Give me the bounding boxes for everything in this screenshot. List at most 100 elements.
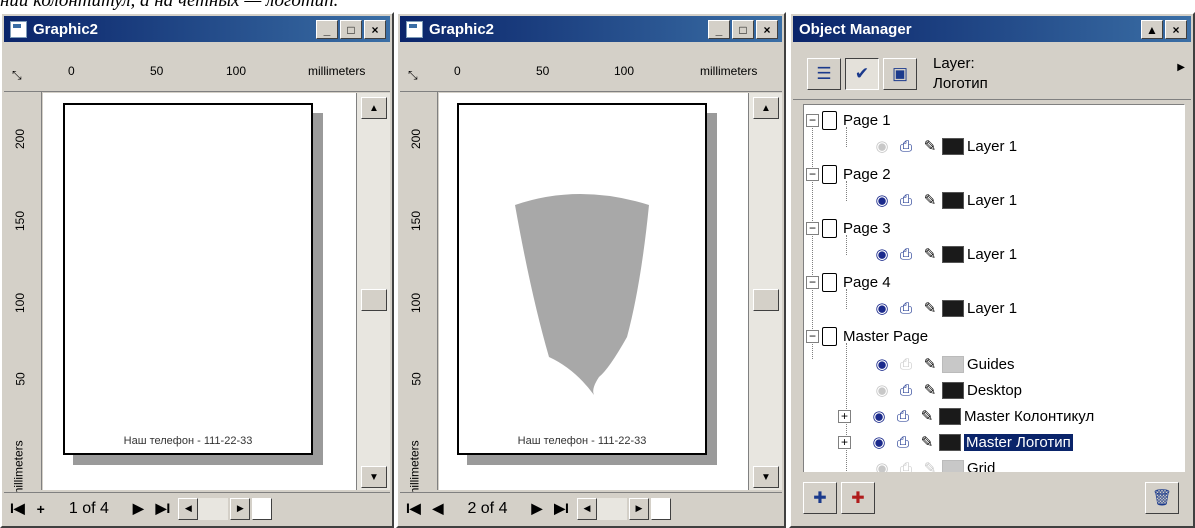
- shield-logo[interactable]: [459, 105, 709, 457]
- new-master-layer-icon[interactable]: ✚: [841, 482, 875, 514]
- layer-manager-view-icon[interactable]: ▣: [883, 58, 917, 90]
- flyout-menu-icon[interactable]: ▶: [1177, 62, 1185, 73]
- new-layer-icon[interactable]: ✚: [803, 482, 837, 514]
- close-button[interactable]: ×: [756, 20, 778, 39]
- pencil-icon[interactable]: ✎: [918, 299, 942, 317]
- layer-color-swatch[interactable]: [942, 381, 964, 399]
- scroll-up-button[interactable]: ▲: [753, 97, 779, 119]
- tree-node-master-kolontitul[interactable]: + ◉ ⎙ ✎ Master Колонтикул: [838, 403, 1094, 429]
- tree-node-page-1[interactable]: − Page 1: [806, 107, 891, 133]
- pencil-icon[interactable]: ✎: [918, 355, 942, 373]
- collapse-button[interactable]: ▲: [1141, 20, 1163, 39]
- layer-color-swatch[interactable]: [942, 355, 964, 373]
- tree-node-page-3[interactable]: − Page 3: [806, 215, 891, 241]
- eye-icon[interactable]: ◉: [867, 433, 891, 451]
- layer-color-swatch[interactable]: [942, 299, 964, 317]
- scroll-left-button[interactable]: ◀: [576, 497, 597, 520]
- edit-across-layers-icon[interactable]: ✔: [845, 58, 879, 90]
- titlebar[interactable]: Object Manager ▲ ×: [793, 16, 1191, 42]
- printer-icon[interactable]: ⎙: [894, 382, 918, 399]
- eye-icon[interactable]: ◉: [867, 407, 891, 425]
- layer-color-swatch[interactable]: [942, 191, 964, 209]
- horizontal-ruler[interactable]: ⤡ 0 50 100 millimeters: [400, 44, 782, 92]
- scroll-up-button[interactable]: ▲: [361, 97, 387, 119]
- object-tree[interactable]: − Page 1 ◉ ⎙ ✎ Layer 1 − Page 2 ◉ ⎙ ✎ La…: [803, 104, 1185, 484]
- collapse-toggle[interactable]: −: [806, 221, 819, 235]
- eye-icon[interactable]: ◉: [870, 191, 894, 209]
- ruler-corner-icon[interactable]: ⤡: [408, 68, 418, 83]
- last-page-button[interactable]: ▶I: [548, 500, 575, 517]
- footer-text[interactable]: Наш телефон - 111-22-33: [65, 435, 311, 447]
- layer-color-swatch[interactable]: [939, 433, 961, 451]
- eye-icon[interactable]: ◉: [870, 137, 894, 155]
- tree-node-page-2[interactable]: − Page 2: [806, 161, 891, 187]
- first-page-button[interactable]: I◀: [4, 500, 31, 517]
- layer-color-swatch[interactable]: [942, 245, 964, 263]
- horizontal-ruler[interactable]: ⤡ 0 50 100 millimeters: [4, 44, 390, 92]
- next-page-button[interactable]: ▶: [525, 500, 548, 517]
- tree-node-layer[interactable]: ◉ ⎙ ✎ Layer 1: [870, 295, 1017, 321]
- expand-toggle[interactable]: +: [838, 409, 851, 423]
- scroll-down-button[interactable]: ▼: [361, 466, 387, 488]
- add-page-button[interactable]: +: [31, 501, 51, 517]
- horizontal-scroll-track[interactable]: [198, 497, 229, 520]
- close-button[interactable]: ×: [364, 20, 386, 39]
- page[interactable]: Наш телефон - 111-22-33: [457, 103, 707, 455]
- printer-icon[interactable]: ⎙: [894, 138, 918, 155]
- scroll-down-button[interactable]: ▼: [753, 466, 779, 488]
- tree-node-layer[interactable]: ◉ ⎙ ✎ Layer 1: [870, 241, 1017, 267]
- maximize-button[interactable]: □: [732, 20, 754, 39]
- tree-node-master-page[interactable]: − Master Page: [806, 323, 928, 349]
- drawing-canvas[interactable]: Наш телефон - 111-22-33: [43, 93, 356, 490]
- minimize-button[interactable]: _: [316, 20, 338, 39]
- minimize-button[interactable]: _: [708, 20, 730, 39]
- layer-color-swatch[interactable]: [939, 407, 961, 425]
- scroll-left-button[interactable]: ◀: [178, 497, 199, 520]
- first-page-button[interactable]: I◀: [400, 500, 427, 517]
- pencil-icon[interactable]: ✎: [918, 137, 942, 155]
- eye-icon[interactable]: ◉: [870, 381, 894, 399]
- show-properties-icon[interactable]: ☰: [807, 58, 841, 90]
- pencil-icon[interactable]: ✎: [918, 245, 942, 263]
- close-button[interactable]: ×: [1165, 20, 1187, 39]
- titlebar[interactable]: Graphic2 _ □ ×: [4, 16, 390, 42]
- collapse-toggle[interactable]: −: [806, 275, 819, 289]
- previous-page-button[interactable]: ◀: [427, 500, 450, 517]
- expand-toggle[interactable]: +: [838, 435, 851, 449]
- layer-color-swatch[interactable]: [942, 137, 964, 155]
- tree-node-desktop[interactable]: ◉ ⎙ ✎ Desktop: [870, 377, 1022, 403]
- tree-node-master-logotip[interactable]: + ◉ ⎙ ✎ Master Логотип: [838, 429, 1073, 455]
- pencil-icon[interactable]: ✎: [918, 381, 942, 399]
- page[interactable]: Наш телефон - 111-22-33: [63, 103, 313, 455]
- footer-text[interactable]: Наш телефон - 111-22-33: [459, 435, 705, 447]
- tree-node-guides[interactable]: ◉ ⎙ ✎ Guides: [870, 351, 1015, 377]
- printer-icon[interactable]: ⎙: [891, 434, 915, 451]
- next-page-button[interactable]: ▶: [127, 500, 150, 517]
- tree-node-page-4[interactable]: − Page 4: [806, 269, 891, 295]
- printer-icon[interactable]: ⎙: [894, 192, 918, 209]
- last-page-button[interactable]: ▶I: [150, 500, 177, 517]
- vertical-ruler[interactable]: 200 150 100 50 millimeters: [400, 92, 438, 498]
- trash-icon[interactable]: 🗑: [1145, 482, 1179, 514]
- titlebar[interactable]: Graphic2 _ □ ×: [400, 16, 782, 42]
- ruler-corner-icon[interactable]: ⤡: [12, 68, 22, 83]
- scroll-thumb[interactable]: [753, 289, 779, 311]
- maximize-button[interactable]: □: [340, 20, 362, 39]
- collapse-toggle[interactable]: −: [806, 167, 819, 181]
- horizontal-scroll-track[interactable]: [596, 497, 627, 520]
- tree-node-layer[interactable]: ◉ ⎙ ✎ Layer 1: [870, 133, 1017, 159]
- eye-icon[interactable]: ◉: [870, 355, 894, 373]
- vertical-ruler[interactable]: 200 150 100 50 millimeters: [4, 92, 42, 498]
- printer-icon[interactable]: ⎙: [894, 300, 918, 317]
- scroll-right-button[interactable]: ▶: [230, 497, 251, 520]
- printer-icon[interactable]: ⎙: [894, 356, 918, 373]
- tree-node-layer[interactable]: ◉ ⎙ ✎ Layer 1: [870, 187, 1017, 213]
- collapse-toggle[interactable]: −: [806, 113, 819, 127]
- drawing-canvas[interactable]: Наш телефон - 111-22-33: [439, 93, 748, 490]
- vertical-scrollbar[interactable]: ▲ ▼: [356, 93, 390, 490]
- scroll-right-button[interactable]: ▶: [628, 497, 649, 520]
- eye-icon[interactable]: ◉: [870, 299, 894, 317]
- collapse-toggle[interactable]: −: [806, 329, 819, 343]
- printer-icon[interactable]: ⎙: [891, 408, 915, 425]
- vertical-scrollbar[interactable]: ▲ ▼: [748, 93, 782, 490]
